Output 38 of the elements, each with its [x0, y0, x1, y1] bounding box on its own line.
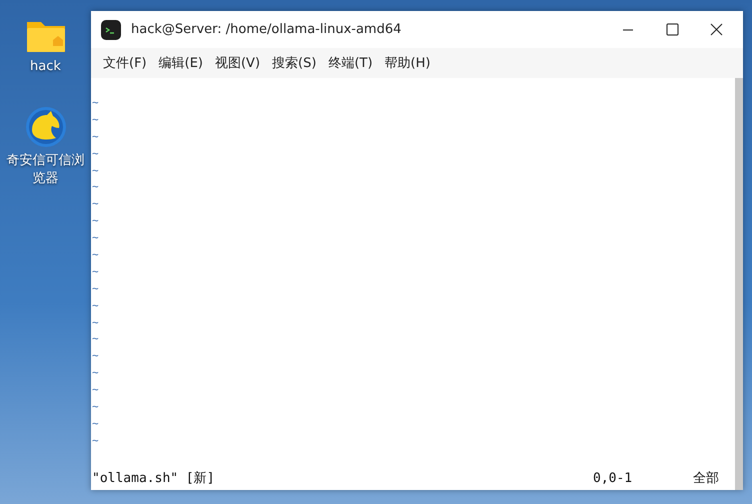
desktop-icon-label[interactable]: hack [4, 58, 88, 76]
empty-line-tilde: ~ [92, 264, 100, 280]
empty-line-tilde: ~ [92, 365, 100, 382]
empty-line-tilde: ~ [92, 95, 100, 111]
window-title: hack@Server: /home/ollama-linux-amd64 [131, 22, 402, 37]
empty-line-tilde: ~ [92, 230, 100, 246]
empty-line-tilde: ~ [92, 348, 100, 364]
file-status: "ollama.sh" [新] [92, 470, 216, 487]
scroll-position: 全部 [693, 470, 720, 487]
terminal-app-icon [101, 20, 121, 40]
menu-item[interactable]: 视图(V) [210, 54, 264, 72]
empty-line-tilde: ~ [92, 280, 100, 297]
empty-line-tilde: ~ [92, 162, 100, 179]
close-icon [710, 23, 722, 36]
empty-line-tilde: ~ [92, 432, 100, 449]
cat-head-logo-icon [24, 106, 66, 148]
menu-item[interactable]: 终端(T) [324, 54, 377, 72]
empty-line-tilde: ~ [92, 247, 100, 264]
empty-line-tilde: ~ [92, 382, 100, 398]
menu-item[interactable]: 文件(F) [99, 54, 151, 72]
menu-item[interactable]: 搜索(S) [268, 54, 320, 72]
menu-item[interactable]: 帮助(H) [380, 54, 434, 72]
empty-line-tilde: ~ [92, 128, 100, 145]
empty-line-tilde: ~ [92, 314, 100, 331]
empty-line-tilde: ~ [92, 331, 100, 348]
empty-line-tilde: ~ [92, 213, 100, 230]
maximize-icon [666, 23, 678, 36]
empty-line-tilde: ~ [92, 416, 100, 432]
empty-line-tilde: ~ [92, 196, 100, 212]
empty-line-tilde: ~ [92, 399, 100, 416]
cursor-position: 0,0-1 [593, 470, 634, 486]
empty-line-tilde: ~ [92, 146, 100, 162]
empty-line-tilde: ~ [92, 112, 100, 128]
empty-line-tilde: ~ [92, 298, 100, 314]
scrollbar[interactable] [735, 78, 743, 490]
empty-line-tilde: ~ [92, 179, 100, 196]
menu-item[interactable]: 编辑(E) [154, 54, 207, 72]
desktop-icon-label[interactable]: 奇安信可信浏览器 [4, 152, 88, 188]
